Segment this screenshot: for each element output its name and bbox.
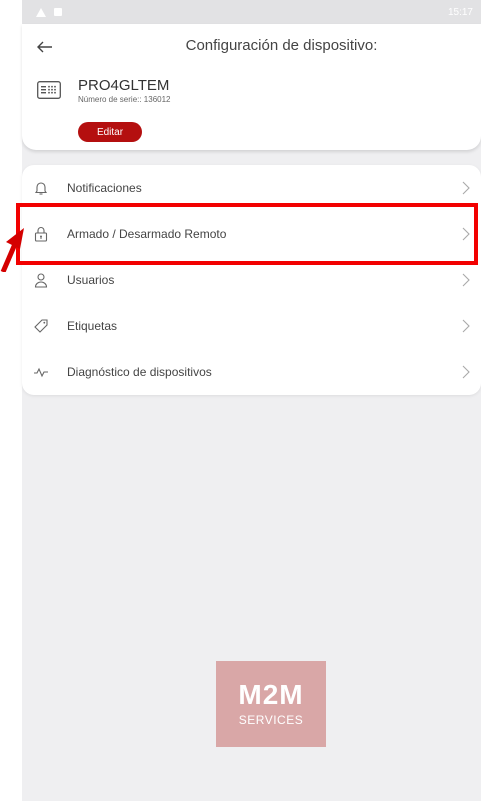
- bell-icon: [32, 179, 50, 197]
- status-icons: [36, 7, 62, 17]
- settings-menu: Notificaciones Armado / Desarmado Remoto: [22, 165, 481, 395]
- user-icon: [32, 271, 50, 289]
- status-time: 15:17: [447, 6, 473, 18]
- menu-item-label: Usuarios: [67, 273, 115, 287]
- menu-item-etiquetas[interactable]: Etiquetas: [22, 303, 481, 349]
- chevron-right-icon: [462, 319, 470, 333]
- warning-icon: [36, 7, 46, 17]
- pulse-icon: [32, 363, 50, 381]
- menu-item-notificaciones[interactable]: Notificaciones: [22, 165, 481, 211]
- page-title: Configuración de dispositivo:: [185, 37, 378, 54]
- menu-item-label: Etiquetas: [67, 319, 118, 333]
- notification-icon: [54, 8, 62, 16]
- edit-button[interactable]: Editar: [78, 122, 142, 142]
- menu-item-diagnostico[interactable]: Diagnóstico de dispositivos: [22, 349, 481, 395]
- menu-item-label: Armado / Desarmado Remoto: [67, 227, 227, 241]
- chevron-right-icon: [462, 227, 470, 241]
- back-button[interactable]: [32, 34, 58, 60]
- chevron-right-icon: [462, 181, 470, 195]
- menu-item-label: Diagnóstico de dispositivos: [67, 365, 212, 379]
- keypad-device-icon: [37, 81, 61, 99]
- device-name: PRO4GLTEM: [78, 77, 170, 94]
- logo-main-text: M2M: [238, 679, 304, 710]
- chevron-right-icon: [462, 365, 470, 379]
- tag-icon: [32, 317, 50, 335]
- chevron-right-icon: [462, 273, 470, 287]
- status-bar: 15:17: [22, 0, 481, 24]
- lock-icon: [32, 225, 50, 243]
- app-screen: 15:17 Configuración de dispositivo: PRO4…: [22, 0, 481, 801]
- menu-item-armado-desarmado[interactable]: Armado / Desarmado Remoto: [22, 211, 481, 257]
- logo-sub-text: SERVICES: [238, 713, 304, 727]
- menu-item-usuarios[interactable]: Usuarios: [22, 257, 481, 303]
- device-serial: Número de serie:: 136012: [78, 95, 171, 104]
- m2m-services-logo: M2M SERVICES: [216, 661, 326, 747]
- back-arrow-icon: [37, 41, 52, 53]
- device-header: Configuración de dispositivo: PRO4GLTEM …: [22, 24, 481, 150]
- menu-item-label: Notificaciones: [67, 181, 142, 195]
